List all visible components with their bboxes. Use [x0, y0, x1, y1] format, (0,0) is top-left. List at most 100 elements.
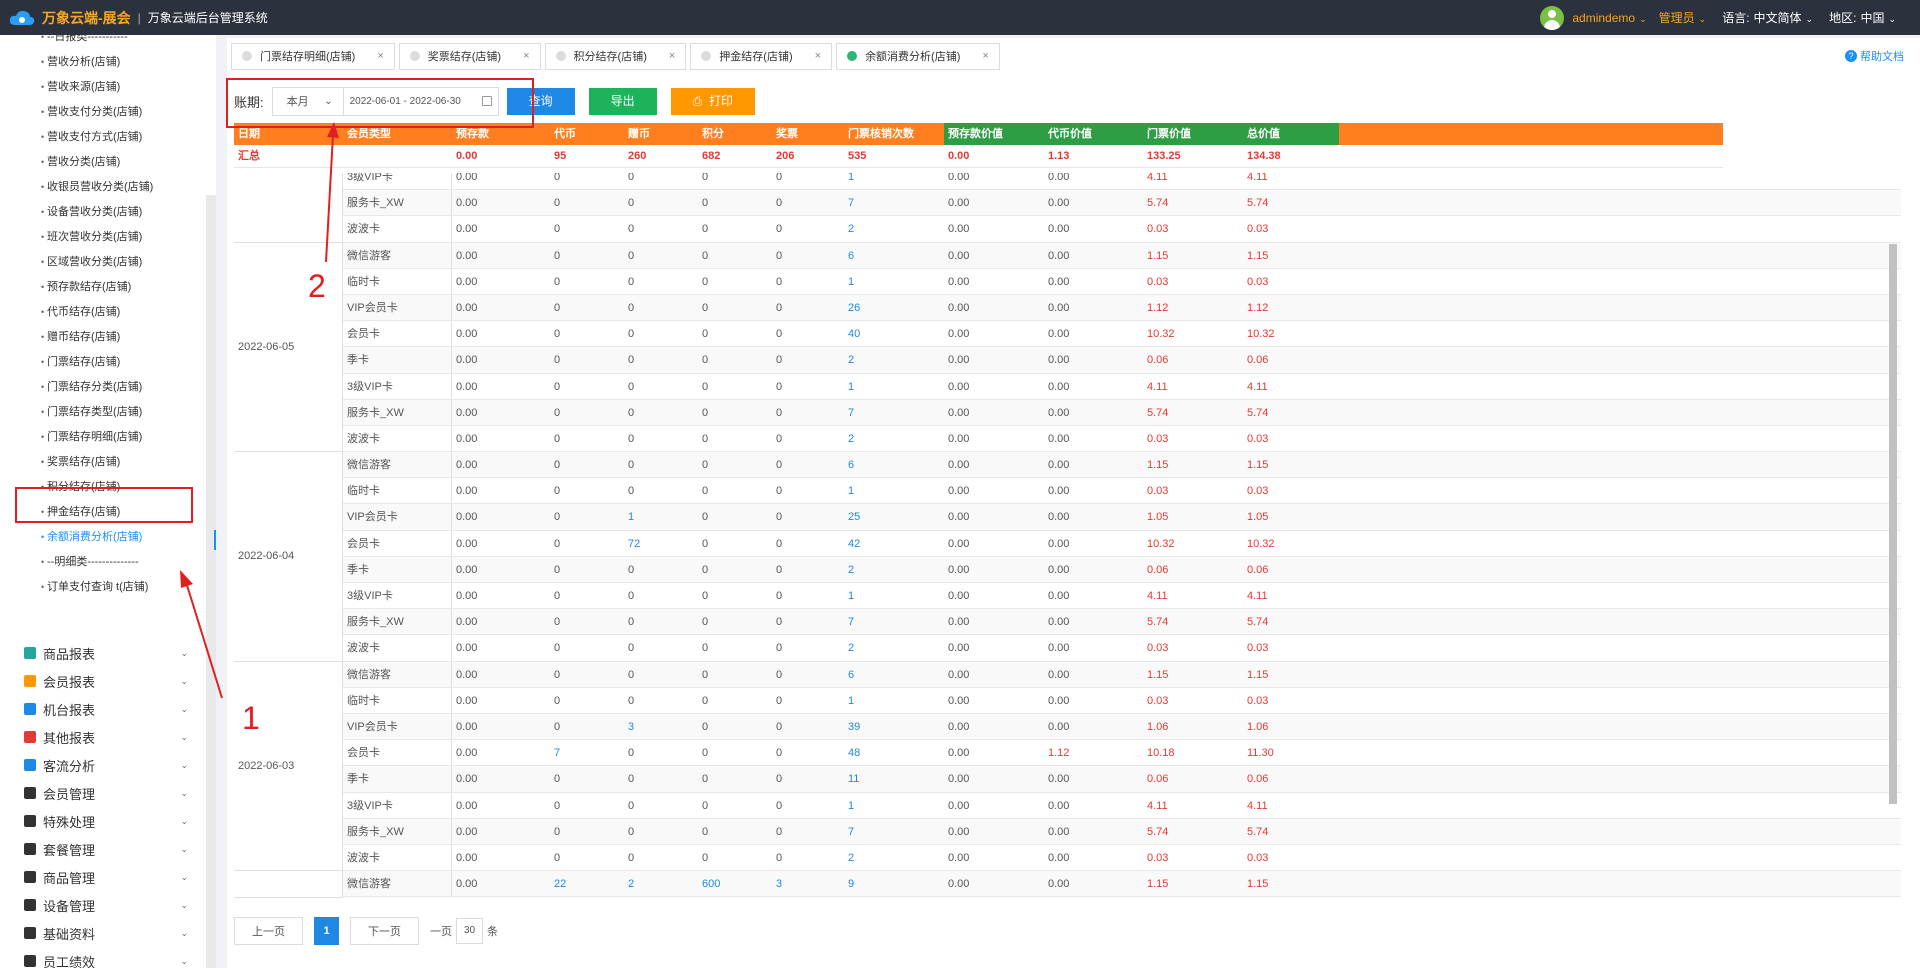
tab-item[interactable]: 门票结存明细(店铺) ×	[231, 42, 395, 70]
sidebar-menu-item[interactable]: 套餐管理 ⌄	[0, 835, 206, 863]
sidebar-subitem[interactable]: 营收分析(店铺)	[0, 50, 206, 75]
sidebar-subitem[interactable]: 门票结存明细(店铺)	[0, 425, 206, 450]
tab-item[interactable]: 积分结存(店铺) ×	[544, 42, 687, 70]
table-row[interactable]: 会员卡 0.00 0 0 0 0 40 0.00 0.00 10.32 10.32	[234, 321, 1901, 348]
sidebar-menu-item[interactable]: 客流分析 ⌄	[0, 751, 206, 779]
column-header[interactable]: 积分	[698, 123, 772, 145]
table-row[interactable]: 临时卡 0.00 0 0 0 0 1 0.00 0.00 0.03 0.03	[234, 478, 1901, 505]
table-body[interactable]: 3级VIP卡 0.00 0 0 0 0 1 0.00 0.00 4.11 4.11 服务卡_XW 0.0…	[234, 173, 1901, 907]
table-row[interactable]: VIP会员卡 0.00 0 1 0 0 25 0.00 0.00 1.05 1.05	[234, 504, 1901, 531]
table-row[interactable]: 季卡 0.00 0 0 0 0 2 0.00 0.00 0.06 0.06	[234, 556, 1901, 583]
column-header[interactable]: 预存款	[452, 123, 550, 145]
close-icon[interactable]: ×	[815, 50, 821, 62]
sidebar-subitem[interactable]: 门票结存(店铺)	[0, 350, 206, 375]
table-row[interactable]: 3级VIP卡 0.00 0 0 0 0 1 0.00 0.00 4.11 4.11	[234, 583, 1901, 610]
region-select[interactable]: 中国 ⌄	[1860, 9, 1896, 26]
table-row[interactable]: 临时卡 0.00 0 0 0 0 1 0.00 0.00 0.03 0.03	[234, 268, 1901, 295]
sidebar-subitem[interactable]: 营收支付分类(店铺)	[0, 100, 206, 125]
sidebar-subitem[interactable]: 营收来源(店铺)	[0, 75, 206, 100]
next-page-button[interactable]: 下一页	[350, 917, 419, 945]
sidebar-subitem[interactable]: 奖票结存(店铺)	[0, 450, 206, 475]
column-header[interactable]: 门票核销次数	[844, 123, 944, 145]
sidebar-subitem[interactable]: 班次营收分类(店铺)	[0, 225, 206, 250]
sidebar-menu-item[interactable]: 设备管理 ⌄	[0, 891, 206, 919]
sidebar-subitem[interactable]: 余额消费分析(店铺)	[0, 525, 206, 550]
sidebar-subitem[interactable]: 营收分类(店铺)	[0, 150, 206, 175]
sidebar-subitem[interactable]: 代币结存(店铺)	[0, 300, 206, 325]
role-menu[interactable]: 管理员 ⌄	[1659, 9, 1707, 26]
table-row[interactable]: 微信游客 0.00 22 2 600 3 9 0.00 0.00 1.15 1.15	[234, 871, 1901, 898]
column-header[interactable]: 奖票	[772, 123, 844, 145]
close-icon[interactable]: ×	[669, 50, 675, 62]
column-header[interactable]: 代币价值	[1044, 123, 1143, 145]
sidebar-subitem[interactable]: 设备营收分类(店铺)	[0, 200, 206, 225]
table-row[interactable]: 微信游客 0.00 0 0 0 0 6 0.00 0.00 1.15 1.15	[234, 452, 1901, 479]
table-row[interactable]: 服务卡_XW 0.00 0 0 0 0 7 0.00 0.00 5.74 5.74	[234, 190, 1901, 217]
column-header[interactable]: 会员类型	[343, 123, 452, 145]
sidebar-subitem[interactable]: 门票结存分类(店铺)	[0, 375, 206, 400]
sidebar-subitem[interactable]: 营收支付方式(店铺)	[0, 125, 206, 150]
tab-item[interactable]: 奖票结存(店铺) ×	[398, 42, 541, 70]
column-header[interactable]: 日期	[234, 123, 343, 145]
sidebar-subitem[interactable]: 赠币结存(店铺)	[0, 325, 206, 350]
table-row[interactable]: 会员卡 0.00 7 0 0 0 48 0.00 1.12 10.18 11.30	[234, 740, 1901, 767]
sidebar-menu-item[interactable]: 特殊处理 ⌄	[0, 807, 206, 835]
query-button[interactable]: 查询	[506, 87, 575, 115]
sidebar-subitem[interactable]: 押金结存(店铺)	[0, 500, 206, 525]
sidebar-subitem[interactable]: 订单支付查询 t(店铺)	[0, 575, 206, 600]
table-row[interactable]: 服务卡_XW 0.00 0 0 0 0 7 0.00 0.00 5.74 5.74	[234, 399, 1901, 426]
sidebar-subitem[interactable]: --日报类-----------	[0, 35, 206, 50]
table-row[interactable]: 波波卡 0.00 0 0 0 0 2 0.00 0.00 0.03 0.03	[234, 425, 1901, 453]
table-row[interactable]: 服务卡_XW 0.00 0 0 0 0 7 0.00 0.00 5.74 5.74	[234, 818, 1901, 845]
export-button[interactable]: 导出	[588, 87, 657, 115]
sidebar-menu-item[interactable]: 商品管理 ⌄	[0, 863, 206, 891]
close-icon[interactable]: ×	[377, 50, 383, 62]
table-row[interactable]: 3级VIP卡 0.00 0 0 0 0 1 0.00 0.00 4.11 4.11	[234, 792, 1901, 819]
table-row[interactable]: 临时卡 0.00 0 0 0 0 1 0.00 0.00 0.03 0.03	[234, 687, 1901, 714]
table-row[interactable]: 3级VIP卡 0.00 0 0 0 0 1 0.00 0.00 4.11 4.11	[234, 373, 1901, 400]
table-row[interactable]: 服务卡_XW 0.00 0 0 0 0 7 0.00 0.00 5.74 5.74	[234, 609, 1901, 636]
table-row[interactable]: VIP会员卡 0.00 0 0 0 0 26 0.00 0.00 1.12 1.12	[234, 294, 1901, 322]
sidebar-menu-item[interactable]: 会员管理 ⌄	[0, 779, 206, 807]
sidebar-subitem[interactable]: 区域营收分类(店铺)	[0, 250, 206, 275]
column-header[interactable]: 门票价值	[1143, 123, 1243, 145]
table-row[interactable]: 会员卡 0.00 0 72 0 0 42 0.00 0.00 10.32 10.32	[234, 530, 1901, 557]
column-header[interactable]: 赠币	[624, 123, 698, 145]
table-scrollbar[interactable]	[1889, 244, 1897, 804]
sidebar-menu-item[interactable]: 其他报表 ⌄	[0, 723, 206, 751]
table-row[interactable]: VIP会员卡 0.00 0 3 0 0 39 0.00 0.00 1.06 1.06	[234, 713, 1901, 741]
table-row[interactable]: 波波卡 0.00 0 0 0 0 2 0.00 0.00 0.03 0.03	[234, 635, 1901, 662]
logo[interactable]: 万象云端-展会 | 万象云端后台管理系统	[0, 8, 268, 28]
tab-item[interactable]: 余额消费分析(店铺) ×	[836, 42, 1000, 70]
table-row[interactable]: 微信游客 0.00 0 0 0 0 6 0.00 0.00 1.15 1.15	[234, 242, 1901, 269]
prev-page-button[interactable]: 上一页	[234, 917, 303, 945]
table-row[interactable]: 季卡 0.00 0 0 0 0 11 0.00 0.00 0.06 0.06	[234, 766, 1901, 793]
sidebar-subitem[interactable]: 收银员营收分类(店铺)	[0, 175, 206, 200]
tab-item[interactable]: 押金结存(店铺) ×	[690, 42, 833, 70]
sidebar-menu-item[interactable]: 机台报表 ⌄	[0, 695, 206, 723]
table-row[interactable]: 微信游客 0.00 0 0 0 0 6 0.00 0.00 1.15 1.15	[234, 661, 1901, 688]
avatar[interactable]	[1540, 5, 1565, 30]
sidebar-subitem[interactable]: --明细类--------------	[0, 550, 206, 575]
table-row[interactable]: 波波卡 0.00 0 0 0 0 2 0.00 0.00 0.03 0.03	[234, 216, 1901, 243]
sidebar-menu-item[interactable]: 会员报表 ⌄	[0, 667, 206, 695]
column-header[interactable]: 总价值	[1243, 123, 1339, 145]
help-link[interactable]: ? 帮助文档	[1845, 48, 1904, 64]
table-row[interactable]: 季卡 0.00 0 0 0 0 2 0.00 0.00 0.06 0.06	[234, 347, 1901, 374]
column-header[interactable]: 预存款价值	[944, 123, 1044, 145]
print-button[interactable]: ⎙ 打印	[670, 87, 755, 115]
close-icon[interactable]: ×	[523, 50, 529, 62]
column-header[interactable]: 代币	[550, 123, 624, 145]
user-menu[interactable]: admindemo ⌄	[1572, 11, 1646, 25]
page-size-input[interactable]: 30	[456, 918, 483, 944]
language-select[interactable]: 中文简体 ⌄	[1754, 9, 1814, 26]
period-select[interactable]: 本月 ⌄	[271, 86, 344, 116]
close-icon[interactable]: ×	[982, 50, 988, 62]
sidebar-subitem[interactable]: 预存款结存(店铺)	[0, 275, 206, 300]
sidebar-menu-item[interactable]: 商品报表 ⌄	[0, 639, 206, 667]
sidebar-scrollbar[interactable]	[206, 195, 216, 968]
table-row[interactable]: 波波卡 0.00 0 0 0 0 2 0.00 0.00 0.03 0.03	[234, 844, 1901, 872]
sidebar-menu-item[interactable]: 员工绩效 ⌄	[0, 947, 206, 968]
sidebar-subitem[interactable]: 门票结存类型(店铺)	[0, 400, 206, 425]
table-row[interactable]: 3级VIP卡 0.00 0 0 0 0 1 0.00 0.00 4.11 4.11	[234, 173, 1901, 191]
